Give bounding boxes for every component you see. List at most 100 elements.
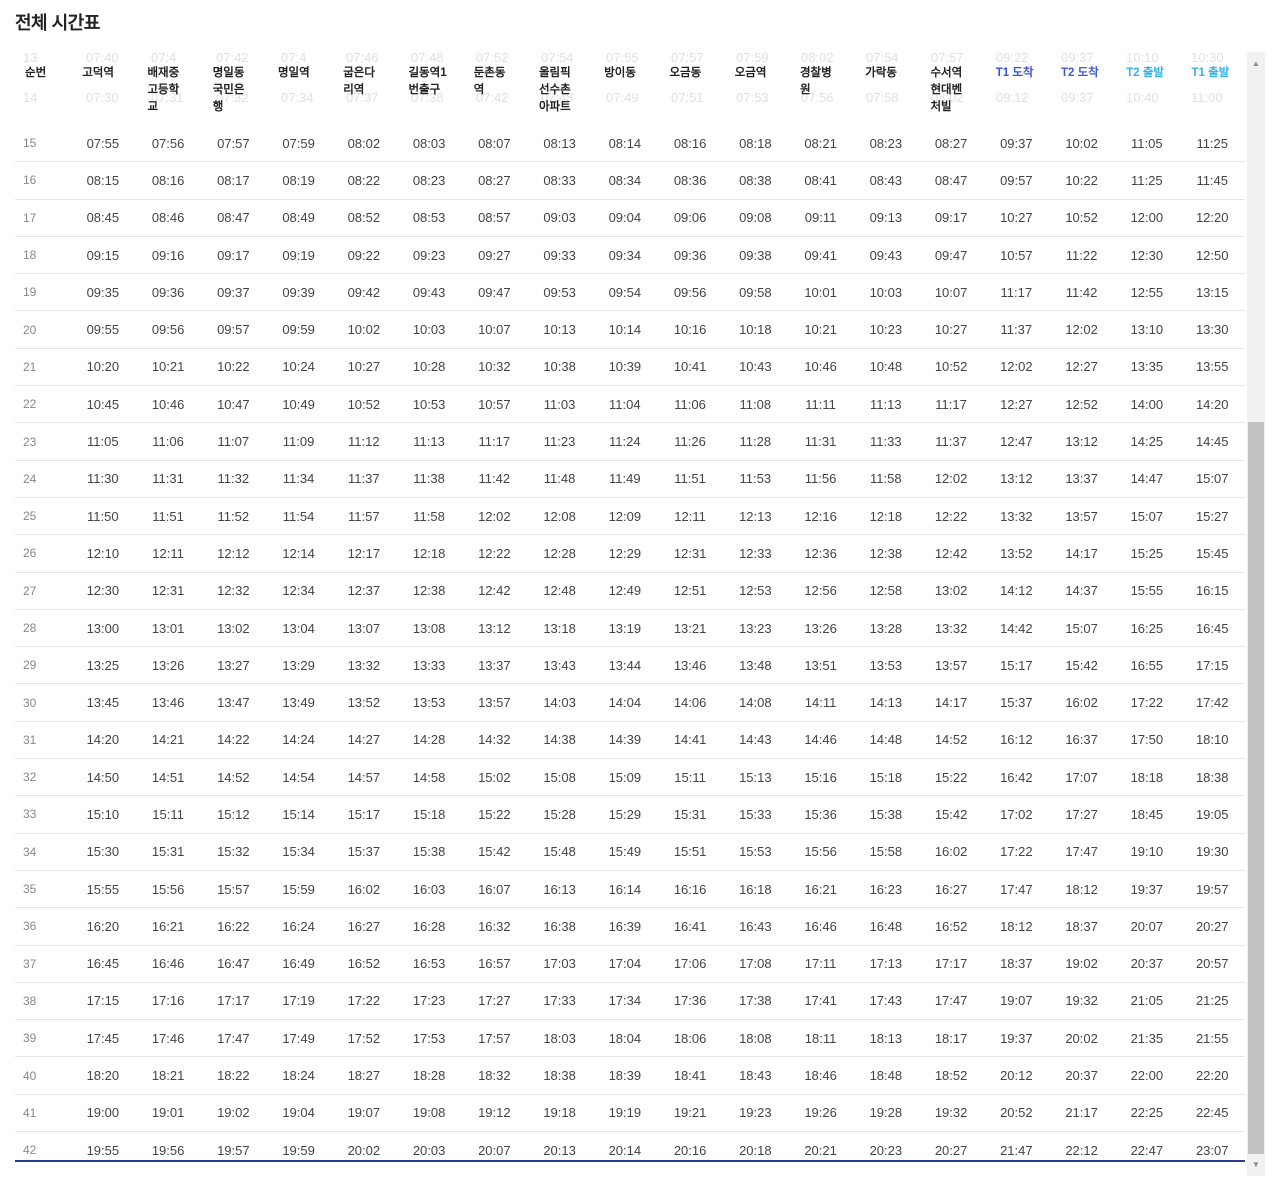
time-cell: 13:02 bbox=[200, 608, 266, 647]
column-header: 굽은다리역 bbox=[343, 67, 375, 96]
time-cell: 16:15 bbox=[1179, 571, 1245, 610]
time-cell: 16:25 bbox=[1114, 608, 1180, 647]
time-cell: 13:43 bbox=[526, 646, 593, 684]
time-cell: 19:18 bbox=[526, 1093, 593, 1132]
row-number: 21 bbox=[15, 347, 71, 386]
time-cell: 20:52 bbox=[983, 1093, 1049, 1132]
time-cell: 11:25 bbox=[1114, 161, 1180, 200]
time-cell: 12:02 bbox=[461, 496, 527, 535]
table-row: 40 18:20 18:21 18:22 18:24 18:27 18:28 18:32 18:… bbox=[15, 1056, 1245, 1095]
header-row: 순번 고덕역 배재중고등학교 명일동국민은행 명일역 굽은다리역 길동역1번출구 둔촌동역 올림… bbox=[15, 52, 1245, 125]
time-cell: 12:29 bbox=[592, 534, 658, 573]
time-cell: 09:35 bbox=[70, 273, 136, 311]
timetable-container[interactable]: 순번 고덕역 배재중고등학교 명일동국민은행 명일역 굽은다리역 길동역1번출구 둔촌동역 올림… bbox=[15, 52, 1245, 1162]
time-cell: 11:24 bbox=[592, 422, 658, 461]
time-cell: 16:18 bbox=[722, 869, 788, 908]
time-cell: 16:28 bbox=[396, 907, 462, 946]
time-cell: 13:07 bbox=[331, 608, 397, 647]
time-cell: 14:03 bbox=[526, 683, 593, 722]
scrollbar-thumb[interactable] bbox=[1248, 422, 1264, 1154]
time-cell: 20:27 bbox=[1179, 907, 1245, 946]
time-cell: 12:02 bbox=[1048, 310, 1115, 349]
time-cell: 10:45 bbox=[70, 385, 136, 423]
time-cell: 09:11 bbox=[787, 198, 854, 237]
time-cell: 15:33 bbox=[722, 795, 788, 834]
time-cell: 15:22 bbox=[918, 758, 984, 796]
row-number: 32 bbox=[15, 758, 71, 796]
time-cell: 09:08 bbox=[722, 198, 788, 237]
time-cell: 16:37 bbox=[1048, 720, 1115, 759]
time-cell: 10:46 bbox=[787, 347, 854, 386]
table-row: 37 16:45 16:46 16:47 16:49 16:52 16:53 16:57 17:… bbox=[15, 944, 1245, 983]
time-cell: 13:32 bbox=[983, 496, 1049, 535]
time-cell: 19:26 bbox=[787, 1093, 854, 1132]
time-cell: 10:21 bbox=[135, 347, 201, 386]
time-cell: 18:13 bbox=[853, 1019, 919, 1057]
time-cell: 12:50 bbox=[1179, 235, 1245, 274]
time-cell: 10:52 bbox=[918, 347, 984, 386]
time-cell: 07:56 bbox=[151, 135, 185, 151]
time-cell: 12:00 bbox=[1114, 198, 1180, 237]
time-cell: 10:32 bbox=[461, 347, 527, 386]
time-cell: 11:17 bbox=[461, 422, 527, 461]
time-cell: 20:02 bbox=[1048, 1019, 1115, 1057]
time-cell: 13:32 bbox=[918, 608, 984, 647]
time-cell: 12:38 bbox=[396, 571, 462, 610]
time-cell: 12:42 bbox=[918, 534, 984, 573]
time-cell: 08:21 bbox=[804, 135, 837, 151]
time-cell: 13:45 bbox=[70, 683, 136, 722]
time-cell: 08:16 bbox=[673, 135, 707, 151]
time-cell: 17:17 bbox=[918, 944, 984, 983]
time-cell: 14:17 bbox=[918, 683, 984, 722]
time-cell: 17:15 bbox=[1179, 646, 1245, 684]
time-cell: 12:33 bbox=[722, 534, 788, 573]
table-row: 42 19:55 19:56 19:57 19:59 20:02 20:03 20:07 20:… bbox=[15, 1131, 1245, 1160]
time-cell: 15:48 bbox=[526, 832, 593, 871]
time-cell: 15:36 bbox=[787, 795, 854, 834]
time-cell: 15:18 bbox=[853, 758, 919, 796]
time-cell: 09:19 bbox=[265, 235, 332, 274]
time-cell: 12:51 bbox=[657, 571, 723, 610]
chevron-down-icon[interactable]: ▼ bbox=[1247, 1157, 1265, 1173]
column-header: T1 도착 bbox=[995, 67, 1034, 79]
time-cell: 14:51 bbox=[135, 758, 201, 796]
time-cell: 19:07 bbox=[331, 1093, 397, 1132]
table-row: 27 12:30 12:31 12:32 12:34 12:37 12:38 12:42 12:… bbox=[15, 571, 1245, 610]
time-cell: 15:59 bbox=[265, 869, 332, 908]
time-cell: 21:47 bbox=[983, 1131, 1049, 1160]
time-cell: 16:45 bbox=[70, 944, 136, 983]
time-cell: 14:42 bbox=[983, 608, 1049, 647]
time-cell: 17:41 bbox=[787, 981, 854, 1020]
time-cell: 10:07 bbox=[461, 310, 527, 349]
time-cell: 14:41 bbox=[657, 720, 723, 759]
time-cell: 11:48 bbox=[526, 459, 593, 498]
column-header: 둔촌동역 bbox=[473, 67, 506, 96]
time-cell: 08:16 bbox=[135, 161, 201, 200]
time-cell: 17:57 bbox=[461, 1019, 527, 1057]
time-cell: 14:17 bbox=[1048, 534, 1115, 573]
row-number: 33 bbox=[15, 795, 71, 834]
time-cell: 09:04 bbox=[592, 198, 658, 237]
time-cell: 08:52 bbox=[331, 198, 397, 237]
chevron-up-icon[interactable]: ▲ bbox=[1247, 56, 1265, 72]
table-row: 18 09:15 09:16 09:17 09:19 09:22 09:23 09:27 09:… bbox=[15, 235, 1245, 274]
time-cell: 13:53 bbox=[396, 683, 462, 722]
time-cell: 13:53 bbox=[853, 646, 919, 684]
time-cell: 11:38 bbox=[396, 459, 462, 498]
time-cell: 17:08 bbox=[722, 944, 788, 983]
time-cell: 16:46 bbox=[135, 944, 201, 983]
time-cell: 12:53 bbox=[722, 571, 788, 610]
time-cell: 12:02 bbox=[983, 347, 1049, 386]
time-cell: 10:21 bbox=[787, 310, 854, 349]
time-cell: 13:23 bbox=[722, 608, 788, 647]
column-header: 방이동 bbox=[604, 67, 636, 79]
time-cell: 18:11 bbox=[787, 1019, 854, 1057]
time-cell: 14:32 bbox=[461, 720, 527, 759]
time-cell: 11:17 bbox=[918, 385, 984, 423]
row-number: 19 bbox=[15, 273, 71, 311]
time-cell: 15:12 bbox=[200, 795, 266, 834]
table-row: 16 08:15 08:16 08:17 08:19 08:22 08:23 08:27 08:… bbox=[15, 161, 1245, 200]
time-cell: 12:30 bbox=[1114, 235, 1180, 274]
time-cell: 17:36 bbox=[657, 981, 723, 1020]
time-cell: 16:43 bbox=[722, 907, 788, 946]
